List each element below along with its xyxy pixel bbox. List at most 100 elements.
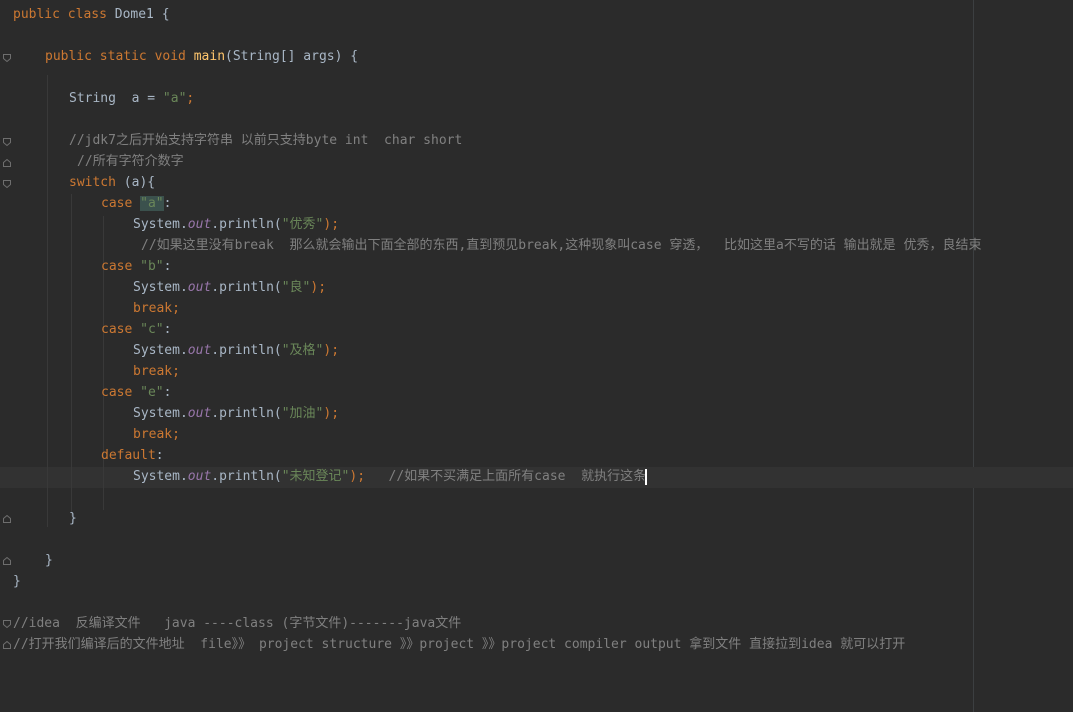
static-field: out: [187, 469, 212, 484]
fold-marker-icon[interactable]: [3, 641, 11, 649]
code-punct: );: [323, 343, 340, 358]
keyword: public static void: [45, 49, 186, 64]
code-text: Dome1 {: [106, 7, 170, 22]
keyword: case: [101, 196, 133, 211]
fold-marker-icon[interactable]: [3, 54, 11, 62]
code-line[interactable]: //所有字符介数字: [77, 151, 184, 172]
fold-marker-icon[interactable]: [3, 138, 11, 146]
code-line[interactable]: default:: [101, 445, 164, 466]
static-field: out: [187, 217, 212, 232]
string-literal: "未知登记": [281, 469, 350, 484]
code-text: System.: [133, 343, 188, 358]
indent-guide: [71, 194, 72, 516]
comment: //所有字符介数字: [77, 154, 184, 169]
keyword: case: [101, 259, 133, 274]
closing-brace: }: [45, 553, 53, 568]
keyword: break;: [133, 427, 180, 442]
code-line[interactable]: }: [69, 508, 77, 529]
editor-gutter: [0, 0, 12, 712]
semicolon: ;: [186, 91, 195, 106]
code-punct: );: [310, 280, 327, 295]
keyword: case: [101, 322, 133, 337]
code-text: .println(: [211, 469, 282, 484]
method-name: main: [193, 49, 226, 64]
code-text: System.: [133, 280, 188, 295]
fold-marker-icon[interactable]: [3, 620, 11, 628]
code-text: (a){: [115, 175, 156, 190]
code-text: System.: [133, 406, 188, 421]
code-line[interactable]: String a = "a";: [69, 88, 194, 109]
keyword: default: [101, 448, 156, 463]
string-literal: "优秀": [281, 217, 324, 232]
code-line[interactable]: }: [13, 571, 21, 592]
string-literal: "a": [162, 91, 187, 106]
code-text: (String[] args) {: [225, 49, 359, 64]
right-margin-guide: [973, 0, 974, 712]
string-literal: "良": [281, 280, 311, 295]
code-line[interactable]: break;: [133, 361, 180, 382]
code-line-current[interactable]: System.out.println("未知登记"); //如果不买满足上面所有…: [133, 466, 648, 487]
keyword: public class: [13, 7, 107, 22]
code-text: .println(: [211, 343, 282, 358]
code-text: System.: [133, 469, 188, 484]
code-text: :: [163, 385, 172, 400]
code-line[interactable]: System.out.println("优秀");: [133, 214, 339, 235]
comment: //打开我们编译后的文件地址 file》》 project structure …: [13, 637, 906, 652]
comment: //如果这里没有break 那么就会输出下面全部的东西,直到预见break,这种…: [141, 238, 982, 253]
code-text: :: [155, 448, 164, 463]
static-field: out: [187, 406, 212, 421]
string-literal: "加油": [281, 406, 324, 421]
comment: //jdk7之后开始支持字符串 以前只支持byte int char short: [69, 133, 463, 148]
comment: //如果不买满足上面所有case 就执行这条: [388, 469, 647, 484]
static-field: out: [187, 343, 212, 358]
string-literal: "及格": [281, 343, 324, 358]
code-editor[interactable]: public class Dome1 { public static void …: [0, 0, 1073, 712]
fold-marker-icon[interactable]: [3, 515, 11, 523]
code-line[interactable]: case "c":: [101, 319, 171, 340]
code-line[interactable]: //idea 反编译文件 java ----class (字节文件)------…: [13, 613, 461, 634]
code-punct: );: [349, 469, 366, 484]
code-line[interactable]: case "b":: [101, 256, 171, 277]
fold-marker-icon[interactable]: [3, 180, 11, 188]
code-text: :: [163, 196, 172, 211]
code-text: :: [163, 322, 172, 337]
code-line[interactable]: System.out.println("良");: [133, 277, 326, 298]
code-line[interactable]: public static void main(String[] args) {: [45, 46, 358, 67]
fold-marker-icon[interactable]: [3, 557, 11, 565]
text-caret: [645, 468, 648, 485]
code-line[interactable]: case "e":: [101, 382, 171, 403]
code-text: String a =: [69, 91, 163, 106]
code-line[interactable]: switch (a){: [69, 172, 155, 193]
code-text: .println(: [211, 217, 282, 232]
code-line[interactable]: System.out.println("及格");: [133, 340, 339, 361]
keyword: case: [101, 385, 133, 400]
closing-brace: }: [69, 511, 77, 526]
string-literal: "a": [140, 196, 164, 211]
closing-brace: }: [13, 574, 21, 589]
code-text: .println(: [211, 280, 282, 295]
code-line[interactable]: //如果这里没有break 那么就会输出下面全部的东西,直到预见break,这种…: [141, 235, 982, 256]
indent-guide: [47, 75, 48, 527]
code-line[interactable]: System.out.println("加油");: [133, 403, 339, 424]
code-line[interactable]: break;: [133, 424, 180, 445]
string-literal: "e": [140, 385, 164, 400]
keyword: break;: [133, 301, 180, 316]
string-literal: "b": [140, 259, 164, 274]
static-field: out: [187, 280, 212, 295]
keyword: switch: [69, 175, 116, 190]
code-line[interactable]: break;: [133, 298, 180, 319]
code-punct: );: [323, 217, 340, 232]
code-line[interactable]: }: [45, 550, 53, 571]
comment: //idea 反编译文件 java ----class (字节文件)------…: [13, 616, 462, 631]
code-line[interactable]: public class Dome1 {: [13, 4, 170, 25]
code-punct: );: [323, 406, 340, 421]
string-literal: "c": [140, 322, 164, 337]
code-text: .println(: [211, 406, 282, 421]
code-line[interactable]: //jdk7之后开始支持字符串 以前只支持byte int char short: [69, 130, 462, 151]
fold-marker-icon[interactable]: [3, 159, 11, 167]
code-line[interactable]: case "a":: [101, 193, 171, 214]
code-text: System.: [133, 217, 188, 232]
keyword: break;: [133, 364, 180, 379]
code-line[interactable]: //打开我们编译后的文件地址 file》》 project structure …: [13, 634, 905, 655]
code-text: :: [163, 259, 172, 274]
